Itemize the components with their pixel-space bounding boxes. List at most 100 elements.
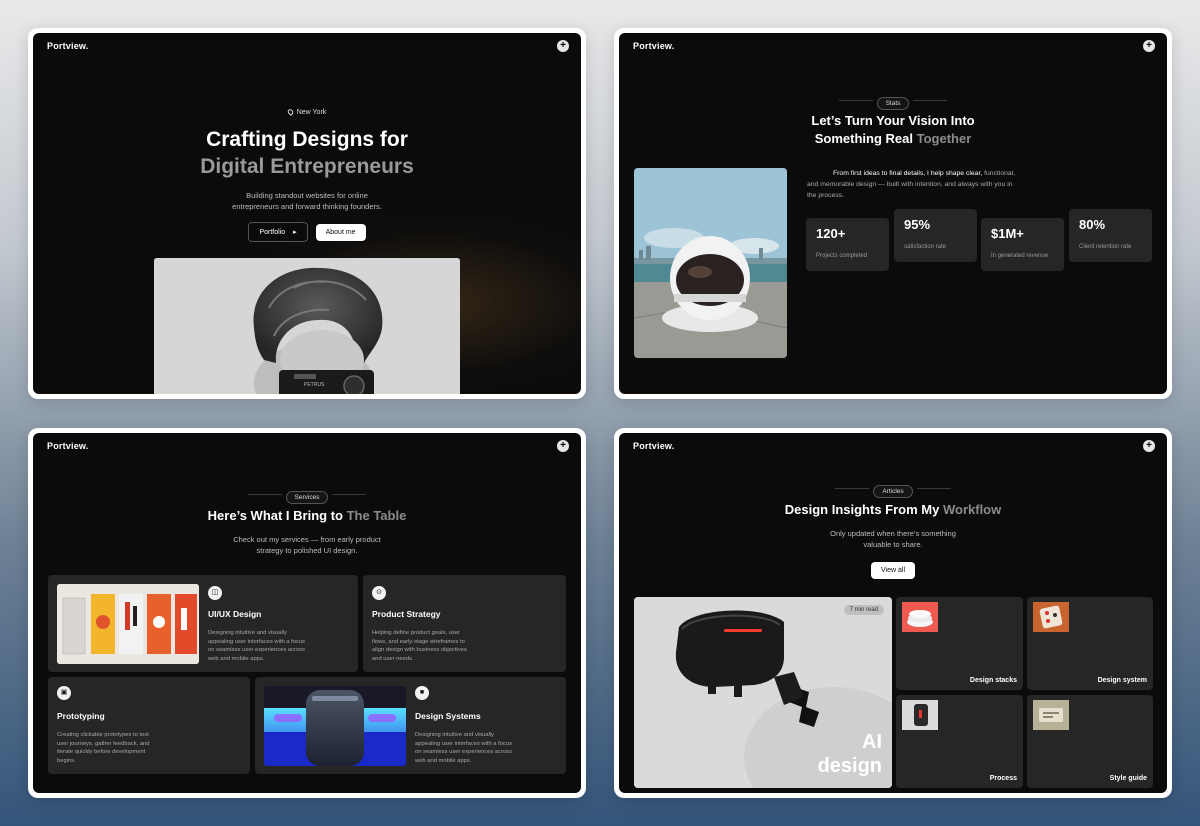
articles-pill: Articles xyxy=(873,485,913,498)
service-desc: Helping define product goals, user flows… xyxy=(372,629,467,663)
service-design-systems[interactable]: ■ Design Systems Designing intuitive and… xyxy=(255,677,566,774)
article-style-guide[interactable]: Style guide xyxy=(1027,695,1153,788)
stats-card: Portview. + Stats Let’s Turn Your Vision… xyxy=(614,28,1172,399)
service-desc-line: appealing user interfaces with a focus xyxy=(208,638,305,645)
service-desc-line: iterate quickly before development xyxy=(57,749,146,755)
stats-desc-line2: and memorable design — built with intent… xyxy=(807,181,1013,188)
hero-screen: Portview. + New York Crafting Designs fo… xyxy=(33,33,581,394)
stat-retention: 80% Client retention rate xyxy=(1069,209,1152,262)
menu-plus-button[interactable]: + xyxy=(557,40,569,52)
services-subtitle-line2: strategy to polished UI design. xyxy=(256,546,358,555)
service-title: Prototyping xyxy=(57,711,105,721)
services-title: Here’s What I Bring to The Table xyxy=(33,508,581,523)
service-title: Product Strategy xyxy=(372,609,441,619)
services-title-dim: The Table xyxy=(346,508,407,523)
divider-line xyxy=(835,488,870,490)
hero-title-line2: Digital Entrepreneurs xyxy=(200,155,414,178)
service-desc-line: flows, and early-stage wireframes to xyxy=(372,638,465,645)
location-pin-icon xyxy=(286,108,295,117)
divider-line xyxy=(332,494,367,496)
articles-pill-wrap: Articles xyxy=(619,480,1167,498)
portfolio-button-label: Portfolio xyxy=(259,229,286,236)
system-illustration xyxy=(1033,602,1069,632)
view-all-button[interactable]: View all xyxy=(871,562,915,579)
stats-desc-line1: From first ideas to final details, I hel… xyxy=(807,168,1057,179)
service-desc-line: user journeys, gather feedback, and xyxy=(57,740,150,747)
article-title: Design stacks xyxy=(969,677,1017,684)
device-illustration xyxy=(264,686,406,766)
article-process[interactable]: Process xyxy=(896,695,1023,788)
menu-plus-button[interactable]: + xyxy=(1143,40,1155,52)
menu-plus-button[interactable]: + xyxy=(1143,440,1155,452)
divider-line xyxy=(913,100,948,102)
stat-revenue: $1M+ In generated revenue xyxy=(981,218,1064,271)
stat-label: Client retention rate xyxy=(1079,244,1132,250)
service-prototyping[interactable]: ▣ Prototyping Creating clickable prototy… xyxy=(48,677,250,774)
articles-title-dim: Workflow xyxy=(942,502,1002,517)
stat-label: Projects completed xyxy=(816,253,868,259)
service-desc: Designing intuitive and visually appeali… xyxy=(415,731,512,765)
articles-card: Portview. + Articles Design Insights Fro… xyxy=(614,428,1172,798)
divider-line xyxy=(838,100,873,102)
strategy-icon: ⊙ xyxy=(372,586,386,600)
article-design-system[interactable]: Design system xyxy=(1027,597,1153,690)
service-desc-line: appealing user interfaces with a focus xyxy=(415,740,512,747)
service-desc-line: Creating clickable prototypes to test xyxy=(57,732,149,738)
article-design-stacks[interactable]: Design stacks xyxy=(896,597,1023,690)
brand-logo[interactable]: Portview. xyxy=(633,441,674,451)
service-desc-line: on seamless user experiences across xyxy=(415,749,512,755)
stats-desc-line3: the process. xyxy=(807,192,845,199)
service-desc-line: Designing intuitive and visually xyxy=(415,732,494,738)
brand-logo[interactable]: Portview. xyxy=(47,41,88,51)
service-desc-line: begins. xyxy=(57,757,76,764)
stats-description: From first ideas to final details, I hel… xyxy=(807,168,1057,201)
stat-value: 80% xyxy=(1079,217,1106,232)
articles-title: Design Insights From My Workflow xyxy=(619,502,1167,517)
service-desc-line: on seamless user experiences across xyxy=(208,647,305,653)
service-product-strategy[interactable]: ⊙ Product Strategy Helping define produc… xyxy=(363,575,566,672)
stats-pill: Stats xyxy=(876,97,910,110)
articles-title-bright: Design Insights From My xyxy=(784,502,940,517)
hero-subtitle-line2: entrepreneurs and forward thinking found… xyxy=(232,202,382,211)
article-title: Style guide xyxy=(1109,775,1147,782)
feature-title: AI design xyxy=(818,730,882,778)
services-subtitle-line1: Check out my services — from early produ… xyxy=(233,535,381,544)
service-desc-line: Designing intuitive and visually xyxy=(208,630,287,636)
posters-illustration xyxy=(57,584,199,664)
portfolio-button[interactable]: Portfolio ▸ xyxy=(248,222,308,242)
divider-line xyxy=(916,488,951,490)
view-all-wrap: View all xyxy=(619,559,1167,579)
feature-article-ai-design[interactable]: 7 min read AI design xyxy=(634,597,892,788)
articles-subtitle-line1: Only updated when there’s something xyxy=(830,529,956,538)
portrait-illustration: PETRUS xyxy=(154,258,460,394)
design-stacks-thumbnail xyxy=(902,602,938,632)
about-me-button[interactable]: About me xyxy=(315,224,366,241)
brand-logo[interactable]: Portview. xyxy=(47,441,88,451)
menu-plus-button[interactable]: + xyxy=(557,440,569,452)
stats-title-line1: Let’s Turn Your Vision Into xyxy=(811,113,975,128)
location-label: New York xyxy=(296,109,327,116)
stats-desc-bold: From first ideas to final details, I hel… xyxy=(833,170,983,177)
stats-title-line2: Something Real Together xyxy=(619,131,1167,146)
hero-card: Portview. + New York Crafting Designs fo… xyxy=(28,28,586,399)
stat-value: 95% xyxy=(904,217,931,232)
services-pill: Services xyxy=(285,491,329,504)
service-desc: Designing intuitive and visually appeali… xyxy=(208,629,305,663)
stat-satisfaction: 95% satisfaction rate xyxy=(894,209,977,262)
astronaut-illustration xyxy=(634,168,787,358)
design-system-thumbnail xyxy=(1033,602,1069,632)
stacks-illustration xyxy=(902,602,938,632)
service-desc-line: web and mobile apps. xyxy=(415,757,472,764)
service-desc: Creating clickable prototypes to test us… xyxy=(57,731,150,765)
stats-title-line2-dim: Together xyxy=(916,131,972,146)
astronaut-image xyxy=(634,168,787,358)
brand-logo[interactable]: Portview. xyxy=(633,41,674,51)
service-desc-line: and user needs. xyxy=(372,655,414,662)
service-desc-line: Helping define product goals, user xyxy=(372,630,460,636)
stats-title-line2-bright: Something Real xyxy=(814,131,913,146)
hero-title-line1: Crafting Designs for xyxy=(206,128,408,151)
folder-icon: ■ xyxy=(415,686,429,700)
feature-title-line1: AI xyxy=(862,731,882,753)
service-uiux[interactable]: ◫ UI/UX Design Designing intuitive and v… xyxy=(48,575,358,672)
service-desc-line: web and mobile apps. xyxy=(208,655,265,662)
